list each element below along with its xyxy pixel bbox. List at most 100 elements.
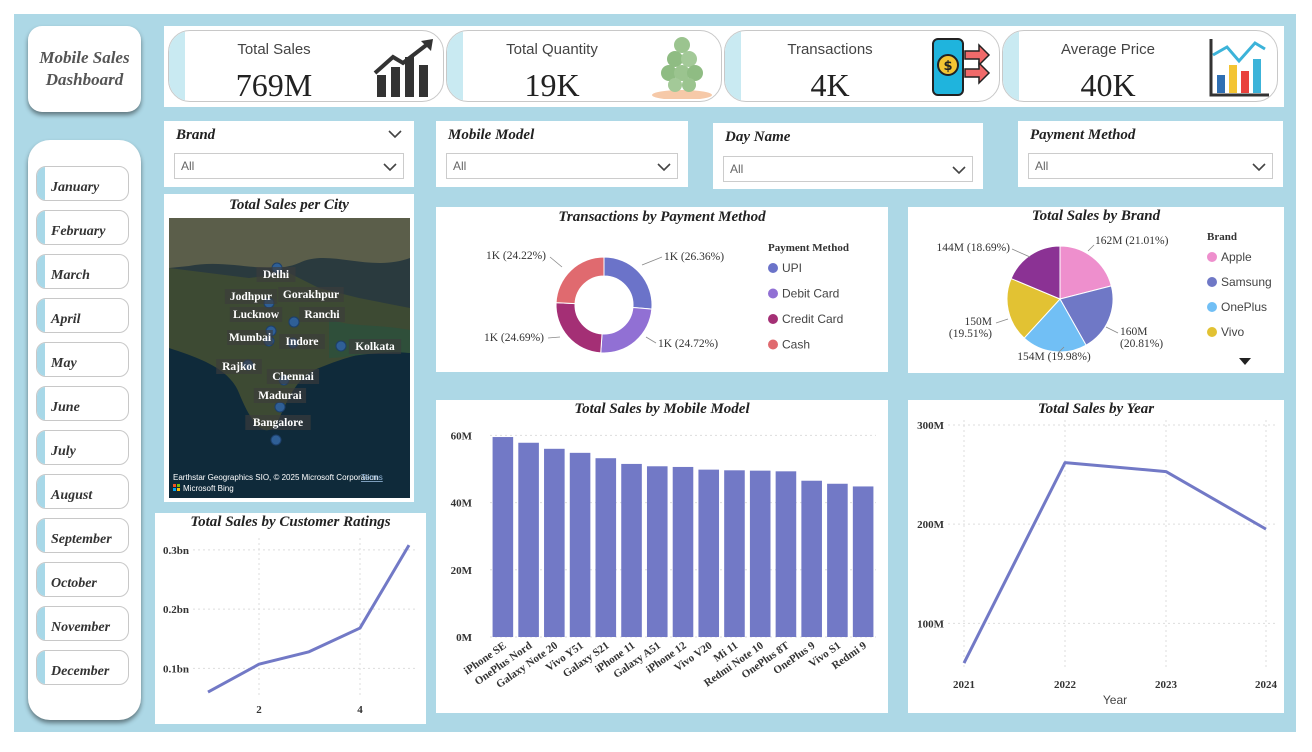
- month-item-december[interactable]: December: [36, 650, 129, 685]
- map-terms-link[interactable]: Terms: [361, 473, 383, 482]
- payment-slicer: Payment Method All: [1018, 121, 1283, 187]
- kpi-label: Total Sales: [237, 41, 311, 58]
- city-label: Ranchi: [304, 309, 340, 321]
- x-tick-label: 2021: [953, 679, 975, 691]
- brand-pie-chart[interactable]: 162M (21.01%) 160M(20.81%) 154M (19.98%) 15…: [908, 207, 1284, 373]
- month-item-january[interactable]: January: [36, 166, 129, 201]
- kpi-card-total-sales: Total Sales 769M: [168, 30, 444, 102]
- month-item-october[interactable]: October: [36, 562, 129, 597]
- month-label: June: [51, 400, 80, 415]
- slicer-label: Brand: [176, 127, 216, 143]
- bar: [852, 486, 874, 637]
- dropdown-value: All: [453, 159, 467, 173]
- model-dropdown[interactable]: All: [446, 153, 678, 179]
- bar: [749, 470, 771, 637]
- bar: [492, 437, 514, 637]
- brand-dropdown[interactable]: All: [174, 153, 404, 179]
- x-tick-label: 2022: [1054, 679, 1077, 691]
- city-label: Mumbai: [229, 332, 272, 344]
- legend-item: Samsung: [1221, 275, 1272, 289]
- month-item-september[interactable]: September: [36, 518, 129, 553]
- kpi-label: Transactions: [787, 41, 873, 58]
- bar: [569, 452, 591, 637]
- leader-line: [645, 336, 657, 344]
- month-item-april[interactable]: April: [36, 298, 129, 333]
- legend-item: Debit Card: [782, 287, 839, 301]
- dashboard-title: Mobile Sales Dashboard: [28, 26, 141, 112]
- map-bubble: [288, 316, 300, 328]
- legend-title: Brand: [1207, 231, 1237, 243]
- chevron-down-icon: [657, 163, 671, 172]
- month-item-may[interactable]: May: [36, 342, 129, 377]
- kpi-strip: Total Sales 769M Total Quantity 19K Tran…: [164, 26, 1284, 107]
- dropdown-value: All: [1035, 159, 1049, 173]
- pie-slice: [555, 256, 605, 305]
- legend-marker: [1207, 277, 1217, 287]
- data-label: 162M (21.01%): [1095, 235, 1169, 247]
- leader-line: [547, 336, 561, 339]
- x-tick-label: 4: [357, 704, 363, 716]
- bar: [698, 469, 720, 637]
- legend-marker: [1207, 302, 1217, 312]
- month-item-november[interactable]: November: [36, 606, 129, 641]
- kpi-value: 4K: [810, 67, 850, 102]
- y-tick-label: 0.3bn: [163, 545, 189, 557]
- city-label: Gorakhpur: [283, 289, 339, 301]
- data-label: 144M (18.69%): [937, 242, 1011, 254]
- month-item-july[interactable]: July: [36, 430, 129, 465]
- payment-donut-chart[interactable]: 1K (26.36%) 1K (24.72%) 1K (24.69%) 1K (24.…: [436, 207, 888, 372]
- model-bar-chart[interactable]: 0M20M40M60MiPhone SEOnePlus NordGalaxy N…: [436, 400, 888, 713]
- bar: [518, 442, 539, 637]
- month-label: November: [51, 620, 111, 635]
- month-item-august[interactable]: August: [36, 474, 129, 509]
- data-label: 150M: [965, 316, 992, 328]
- city-label: Kolkata: [355, 341, 395, 353]
- kpi-value: 19K: [524, 67, 580, 102]
- legend-marker: [768, 314, 778, 324]
- city-label: Jodhpur: [230, 291, 272, 303]
- payment-dropdown[interactable]: All: [1028, 153, 1273, 179]
- city-map[interactable]: Delhi Jodhpur GorakhpurLucknow Ranchi Mumbai…: [169, 218, 410, 498]
- chevron-down-icon[interactable]: [388, 129, 402, 139]
- bar: [827, 483, 848, 637]
- kpi-value: 769M: [235, 67, 313, 102]
- pie-slice: [555, 302, 603, 354]
- legend-item: Vivo: [1221, 325, 1244, 339]
- month-label: September: [51, 532, 112, 547]
- x-tick-label: 2023: [1155, 679, 1178, 691]
- coins-stack-icon: [652, 37, 712, 99]
- legend-item: Credit Card: [782, 312, 843, 326]
- day-dropdown[interactable]: All: [723, 156, 973, 182]
- legend-scroll-icon: [1239, 358, 1251, 365]
- month-item-march[interactable]: March: [36, 254, 129, 289]
- kpi-label: Total Quantity: [506, 41, 598, 58]
- city-label: Chennai: [272, 371, 314, 383]
- legend-marker: [768, 263, 778, 273]
- leader-line: [1105, 326, 1119, 334]
- year-line-chart[interactable]: 100M 200M 300M 2021 2022 2023 2024 Year: [908, 400, 1284, 713]
- data-label: 1K (24.69%): [484, 332, 544, 344]
- kpi-card-total-quantity: Total Quantity 19K: [446, 30, 722, 102]
- day-slicer: Day Name All: [713, 123, 983, 189]
- month-slicer: January February March April May June July Augu…: [28, 140, 141, 720]
- model-slicer: Mobile Model All: [436, 121, 688, 187]
- leader-line: [1011, 248, 1031, 258]
- data-label: 1K (24.22%): [486, 250, 546, 262]
- model-chart-card: Total Sales by Mobile Model 0M 20M 40M 60M i…: [436, 400, 888, 713]
- y-tick-label: 0.2bn: [163, 604, 189, 616]
- month-item-february[interactable]: February: [36, 210, 129, 245]
- kpi-card-average-price: Average Price 40K: [1002, 30, 1278, 102]
- dropdown-value: All: [181, 159, 195, 173]
- y-tick-label: 20M: [451, 565, 473, 577]
- bar: [621, 463, 642, 637]
- map-attribution: Earthstar Geographics SIO, © 2025 Micros…: [173, 473, 378, 482]
- month-item-june[interactable]: June: [36, 386, 129, 421]
- slicer-label: Mobile Model: [448, 127, 535, 143]
- city-label: Rajkot: [222, 361, 256, 373]
- month-label: May: [51, 356, 77, 371]
- data-label: (19.51%): [949, 328, 992, 340]
- ratings-line-chart[interactable]: 0.1bn 0.2bn 0.3bn 2 4: [155, 513, 426, 724]
- month-label: February: [51, 224, 106, 239]
- month-label: October: [51, 576, 97, 591]
- y-tick-label: 0M: [456, 632, 473, 644]
